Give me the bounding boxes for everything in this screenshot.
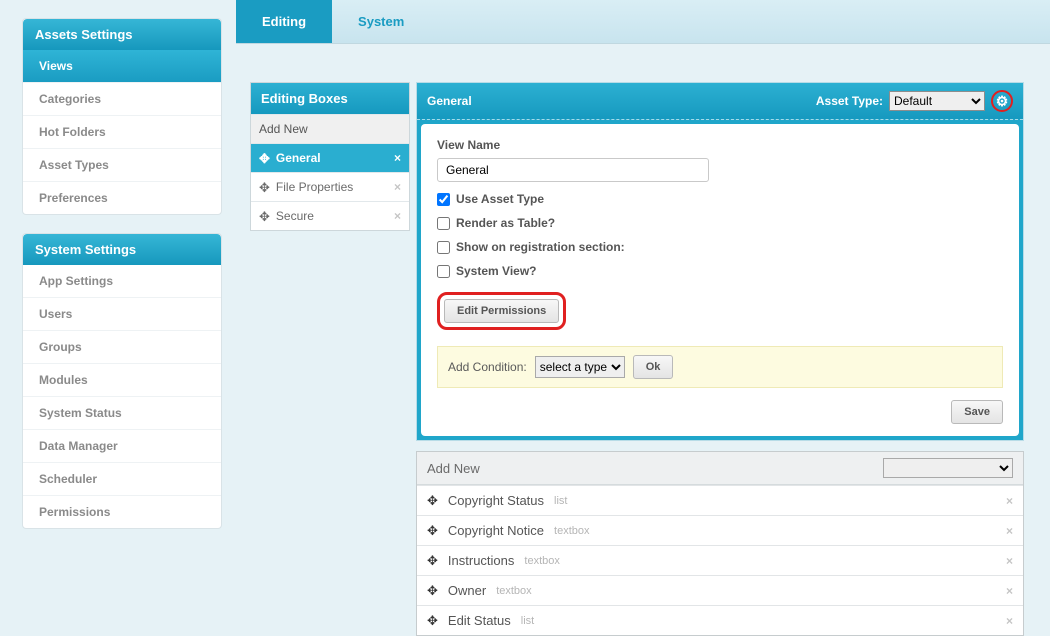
drag-handle-icon[interactable]: ✥ — [259, 181, 270, 194]
sidebar-item-app-settings[interactable]: App Settings — [23, 265, 221, 298]
editor-title: General — [427, 94, 472, 108]
sidebar-item-permissions[interactable]: Permissions — [23, 496, 221, 528]
field-type: textbox — [496, 585, 531, 597]
drag-handle-icon[interactable]: ✥ — [427, 494, 438, 507]
drag-handle-icon[interactable]: ✥ — [427, 524, 438, 537]
add-condition-row: Add Condition: select a type Ok — [437, 346, 1003, 388]
field-name: Edit Status — [448, 613, 511, 628]
checkbox-render-table-box[interactable] — [437, 217, 450, 230]
field-name: Copyright Notice — [448, 523, 544, 538]
fields-add-new-select[interactable] — [883, 458, 1013, 478]
main-area: Editing Boxes Add New ✥ General × ✥ File… — [236, 44, 1050, 636]
asset-type-select[interactable]: Default — [889, 91, 985, 111]
checkbox-system-view-box[interactable] — [437, 265, 450, 278]
editor-inner: View Name Use Asset Type Render as Table… — [421, 124, 1019, 436]
editing-box-item-label: File Properties — [276, 180, 353, 194]
sidebar-item-users[interactable]: Users — [23, 298, 221, 331]
ok-button[interactable]: Ok — [633, 355, 674, 379]
close-icon[interactable]: × — [1006, 614, 1013, 628]
field-row[interactable]: ✥ Instructions textbox × — [417, 545, 1023, 575]
sidebar-item-views[interactable]: Views — [23, 50, 221, 83]
system-settings-box: System Settings App Settings Users Group… — [22, 233, 222, 529]
sidebar-item-data-manager[interactable]: Data Manager — [23, 430, 221, 463]
editor-wrap: General Asset Type: Default ⚙ View Name — [416, 82, 1024, 636]
field-name: Owner — [448, 583, 486, 598]
checkbox-show-registration[interactable]: Show on registration section: — [437, 240, 1003, 254]
field-type: list — [554, 495, 567, 507]
system-settings-header: System Settings — [23, 234, 221, 265]
edit-permissions-highlight: Edit Permissions — [437, 292, 566, 330]
checkbox-use-asset-type[interactable]: Use Asset Type — [437, 192, 1003, 206]
checkbox-label: Render as Table? — [456, 216, 555, 230]
close-icon[interactable]: × — [1006, 584, 1013, 598]
assets-settings-header: Assets Settings — [23, 19, 221, 50]
drag-handle-icon[interactable]: ✥ — [427, 584, 438, 597]
editor-header: General Asset Type: Default ⚙ — [417, 83, 1023, 119]
field-type: textbox — [554, 525, 589, 537]
editing-boxes-add-new[interactable]: Add New — [251, 114, 409, 143]
sidebar-item-preferences[interactable]: Preferences — [23, 182, 221, 214]
asset-type-label: Asset Type: — [816, 94, 883, 108]
fields-add-new-label: Add New — [427, 461, 480, 476]
close-icon[interactable]: × — [394, 209, 401, 223]
edit-permissions-button[interactable]: Edit Permissions — [444, 299, 559, 323]
checkbox-use-asset-type-box[interactable] — [437, 193, 450, 206]
assets-settings-box: Assets Settings Views Categories Hot Fol… — [22, 18, 222, 215]
checkbox-system-view[interactable]: System View? — [437, 264, 1003, 278]
close-icon[interactable]: × — [394, 180, 401, 194]
editing-box-item-file-properties[interactable]: ✥ File Properties × — [251, 172, 409, 201]
close-icon[interactable]: × — [1006, 494, 1013, 508]
editor-body: View Name Use Asset Type Render as Table… — [417, 119, 1023, 440]
sidebar-item-modules[interactable]: Modules — [23, 364, 221, 397]
top-tabs: Editing System — [236, 0, 1050, 44]
field-name: Instructions — [448, 553, 514, 568]
drag-handle-icon[interactable]: ✥ — [259, 210, 270, 223]
editor-panel: General Asset Type: Default ⚙ View Name — [416, 82, 1024, 441]
checkbox-label: Use Asset Type — [456, 192, 544, 206]
view-name-label: View Name — [437, 138, 1003, 152]
editing-box-item-secure[interactable]: ✥ Secure × — [251, 201, 409, 230]
save-row: Save — [437, 388, 1003, 424]
sidebar-item-system-status[interactable]: System Status — [23, 397, 221, 430]
tab-system[interactable]: System — [332, 0, 430, 43]
sidebar-item-asset-types[interactable]: Asset Types — [23, 149, 221, 182]
fields-add-new-row: Add New — [417, 452, 1023, 485]
checkbox-show-registration-box[interactable] — [437, 241, 450, 254]
fields-panel: Add New ✥ Copyright Status list × ✥ Copy… — [416, 451, 1024, 636]
field-type: list — [521, 615, 534, 627]
sidebar-item-groups[interactable]: Groups — [23, 331, 221, 364]
field-row[interactable]: ✥ Owner textbox × — [417, 575, 1023, 605]
drag-handle-icon[interactable]: ✥ — [427, 614, 438, 627]
checkbox-label: Show on registration section: — [456, 240, 625, 254]
field-row[interactable]: ✥ Edit Status list × — [417, 605, 1023, 635]
editing-boxes-panel: Editing Boxes Add New ✥ General × ✥ File… — [250, 82, 410, 231]
field-row[interactable]: ✥ Copyright Notice textbox × — [417, 515, 1023, 545]
left-sidebar: Assets Settings Views Categories Hot Fol… — [0, 0, 236, 636]
main-column: Editing System Editing Boxes Add New ✥ G… — [236, 0, 1050, 636]
editing-boxes-header: Editing Boxes — [251, 83, 409, 114]
field-name: Copyright Status — [448, 493, 544, 508]
sidebar-item-scheduler[interactable]: Scheduler — [23, 463, 221, 496]
editing-box-item-general[interactable]: ✥ General × — [251, 143, 409, 172]
editing-box-item-label: General — [276, 151, 321, 165]
gear-icon[interactable]: ⚙ — [991, 90, 1013, 112]
drag-handle-icon[interactable]: ✥ — [259, 152, 270, 165]
close-icon[interactable]: × — [394, 151, 401, 165]
close-icon[interactable]: × — [1006, 524, 1013, 538]
tab-editing[interactable]: Editing — [236, 0, 332, 43]
checkbox-render-table[interactable]: Render as Table? — [437, 216, 1003, 230]
condition-type-select[interactable]: select a type — [535, 356, 625, 378]
add-condition-label: Add Condition: — [448, 360, 527, 374]
field-type: textbox — [524, 555, 559, 567]
field-row[interactable]: ✥ Copyright Status list × — [417, 485, 1023, 515]
editing-box-item-label: Secure — [276, 209, 314, 223]
sidebar-item-hot-folders[interactable]: Hot Folders — [23, 116, 221, 149]
checkbox-label: System View? — [456, 264, 536, 278]
drag-handle-icon[interactable]: ✥ — [427, 554, 438, 567]
close-icon[interactable]: × — [1006, 554, 1013, 568]
save-button[interactable]: Save — [951, 400, 1003, 424]
view-name-input[interactable] — [437, 158, 709, 182]
sidebar-item-categories[interactable]: Categories — [23, 83, 221, 116]
